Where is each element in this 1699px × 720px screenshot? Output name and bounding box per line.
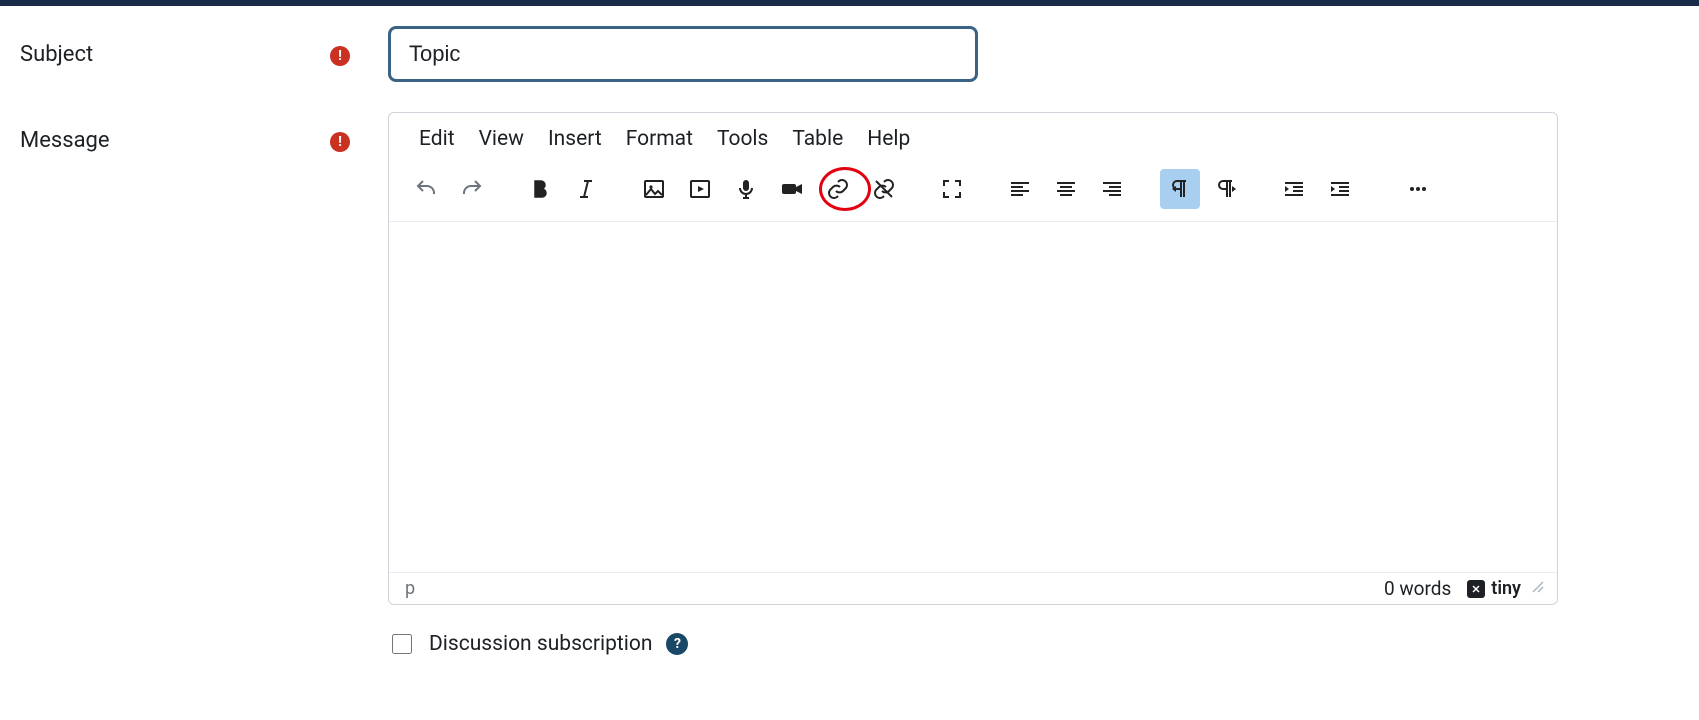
- microphone-icon: [734, 177, 758, 201]
- rtl-icon: [1214, 177, 1238, 201]
- indent-button[interactable]: [1320, 169, 1360, 209]
- tiny-logo-icon: [1467, 580, 1485, 598]
- toolbar-group-align: [997, 169, 1135, 209]
- toolbar-group-media: [631, 169, 907, 209]
- editor-content-area[interactable]: [389, 222, 1557, 572]
- menu-edit[interactable]: Edit: [407, 121, 467, 157]
- fullscreen-button[interactable]: [932, 169, 972, 209]
- discussion-subscription-checkbox[interactable]: [392, 634, 412, 654]
- indent-icon: [1328, 177, 1352, 201]
- menu-format[interactable]: Format: [614, 121, 705, 157]
- undo-button[interactable]: [406, 169, 446, 209]
- fullscreen-icon: [940, 177, 964, 201]
- message-row: Message ! Edit View Insert Format Tools …: [0, 112, 1699, 605]
- more-icon: [1406, 177, 1430, 201]
- menu-tools[interactable]: Tools: [705, 121, 780, 157]
- align-left-button[interactable]: [1000, 169, 1040, 209]
- link-icon: [826, 177, 850, 201]
- subject-required: !: [320, 26, 360, 66]
- link-button[interactable]: [818, 169, 858, 209]
- subject-field-col: [360, 26, 1699, 82]
- menu-insert[interactable]: Insert: [536, 121, 614, 157]
- editor-wordcount[interactable]: 0 words: [1384, 577, 1451, 600]
- menu-help[interactable]: Help: [855, 121, 922, 157]
- unlink-button[interactable]: [864, 169, 904, 209]
- subject-input[interactable]: [388, 26, 978, 82]
- subject-label: Subject: [0, 26, 320, 67]
- ltr-button[interactable]: [1160, 169, 1200, 209]
- menu-view[interactable]: View: [467, 121, 536, 157]
- form-area: Subject ! Message ! Edit View Insert For…: [0, 6, 1699, 657]
- align-right-button[interactable]: [1092, 169, 1132, 209]
- bold-icon: [528, 177, 552, 201]
- editor-toolbar: [389, 163, 1557, 222]
- italic-button[interactable]: [566, 169, 606, 209]
- toolbar-group-format: [517, 169, 609, 209]
- editor-statusbar: p 0 words tiny: [389, 572, 1557, 604]
- record-video-button[interactable]: [772, 169, 812, 209]
- align-center-button[interactable]: [1046, 169, 1086, 209]
- align-center-icon: [1054, 177, 1078, 201]
- redo-icon: [460, 177, 484, 201]
- message-required: !: [320, 112, 360, 152]
- toolbar-group-direction: [1157, 169, 1249, 209]
- subject-row: Subject !: [0, 26, 1699, 82]
- discussion-subscription-label: Discussion subscription: [429, 632, 652, 656]
- required-icon: !: [330, 132, 350, 152]
- editor-element-path[interactable]: p: [401, 578, 415, 599]
- align-right-icon: [1100, 177, 1124, 201]
- toolbar-group-history: [403, 169, 495, 209]
- redo-button[interactable]: [452, 169, 492, 209]
- discussion-subscription-row: Discussion subscription ?: [388, 631, 1699, 657]
- toolbar-group-view: [929, 169, 975, 209]
- message-label: Message: [0, 112, 320, 153]
- image-button[interactable]: [634, 169, 674, 209]
- rtl-button[interactable]: [1206, 169, 1246, 209]
- image-icon: [642, 177, 666, 201]
- record-audio-button[interactable]: [726, 169, 766, 209]
- rich-text-editor: Edit View Insert Format Tools Table Help: [388, 112, 1558, 605]
- toolbar-group-indent: [1271, 169, 1363, 209]
- more-button[interactable]: [1398, 169, 1438, 209]
- toolbar-group-more: [1395, 169, 1441, 209]
- undo-icon: [414, 177, 438, 201]
- editor-toolbar-wrap: [389, 163, 1557, 222]
- editor-resize-handle[interactable]: [1531, 578, 1545, 599]
- message-field-col: Edit View Insert Format Tools Table Help: [360, 112, 1699, 605]
- align-left-icon: [1008, 177, 1032, 201]
- help-icon[interactable]: ?: [666, 633, 688, 655]
- editor-menubar: Edit View Insert Format Tools Table Help: [389, 113, 1557, 163]
- bold-button[interactable]: [520, 169, 560, 209]
- editor-branding[interactable]: tiny: [1467, 578, 1521, 599]
- media-icon: [688, 177, 712, 201]
- outdent-icon: [1282, 177, 1306, 201]
- unlink-icon: [872, 177, 896, 201]
- video-camera-icon: [780, 177, 804, 201]
- required-icon: !: [330, 46, 350, 66]
- outdent-button[interactable]: [1274, 169, 1314, 209]
- ltr-icon: [1168, 177, 1192, 201]
- editor-brand-text: tiny: [1491, 578, 1521, 599]
- resize-grip-icon: [1531, 580, 1545, 594]
- media-button[interactable]: [680, 169, 720, 209]
- italic-icon: [574, 177, 598, 201]
- menu-table[interactable]: Table: [780, 121, 855, 157]
